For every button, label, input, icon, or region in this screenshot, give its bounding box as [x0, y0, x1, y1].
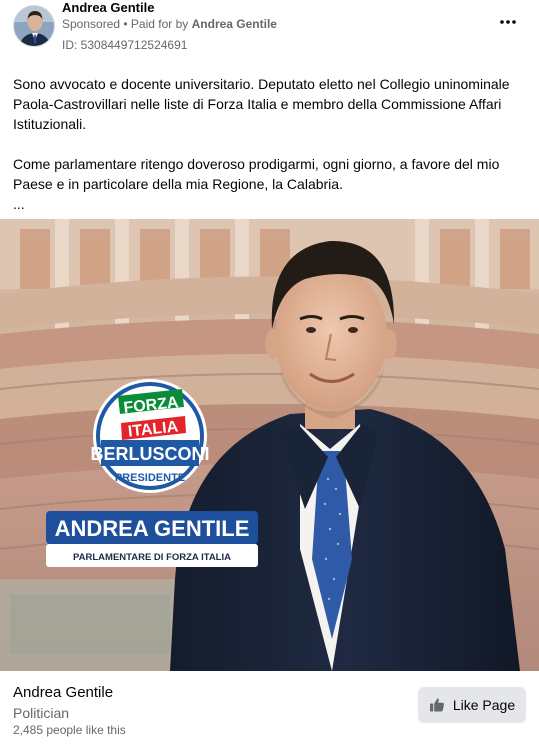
footer-page-name[interactable]: Andrea Gentile — [13, 684, 113, 701]
meta-separator: • — [120, 17, 131, 31]
footer-category: Politician — [13, 705, 70, 721]
page-name-link[interactable]: Andrea Gentile — [62, 0, 154, 15]
paid-for-prefix: Paid for by — [130, 17, 192, 31]
logo-berlusconi-text: BERLUSCONI — [90, 444, 209, 464]
avatar[interactable] — [13, 5, 55, 47]
logo-presidente-text: PRESIDENTE — [115, 472, 185, 484]
ad-creative-image[interactable]: FORZA ITALIA BERLUSCONI PRESIDENTE ANDRE… — [0, 219, 539, 671]
banner-subtitle-text: PARLAMENTARE DI FORZA ITALIA — [73, 552, 231, 563]
creative-illustration: FORZA ITALIA BERLUSCONI PRESIDENTE ANDRE… — [0, 219, 539, 671]
ad-card: Andrea Gentile Sponsored • Paid for by A… — [0, 0, 539, 749]
post-text: Sono avvocato e docente universitario. D… — [13, 74, 528, 194]
like-page-button[interactable]: Like Page — [418, 687, 526, 723]
more-options-button[interactable] — [496, 12, 520, 32]
ad-id: ID: 5308449712524691 — [62, 38, 188, 52]
sponsored-line: Sponsored • Paid for by Andrea Gentile — [62, 17, 277, 31]
more-options-icon — [500, 20, 516, 24]
paid-for-name: Andrea Gentile — [191, 17, 277, 31]
post-header: Andrea Gentile Sponsored • Paid for by A… — [0, 0, 539, 60]
post-paragraph-2: Come parlamentare ritengo doveroso prodi… — [13, 156, 500, 192]
sponsored-label[interactable]: Sponsored — [62, 17, 120, 31]
see-more-ellipsis[interactable]: ... — [13, 196, 25, 212]
thumbs-up-icon — [429, 698, 444, 712]
like-page-label: Like Page — [452, 697, 516, 713]
footer-likes-count: 2,485 people like this — [13, 723, 126, 737]
post-paragraph-1: Sono avvocato e docente universitario. D… — [13, 76, 510, 132]
avatar-image — [14, 6, 54, 46]
banner-name-text: ANDREA GENTILE — [55, 516, 250, 541]
post-footer: Andrea Gentile Politician 2,485 people l… — [0, 671, 539, 749]
name-banner: ANDREA GENTILE PARLAMENTARE DI FORZA ITA… — [46, 511, 258, 567]
